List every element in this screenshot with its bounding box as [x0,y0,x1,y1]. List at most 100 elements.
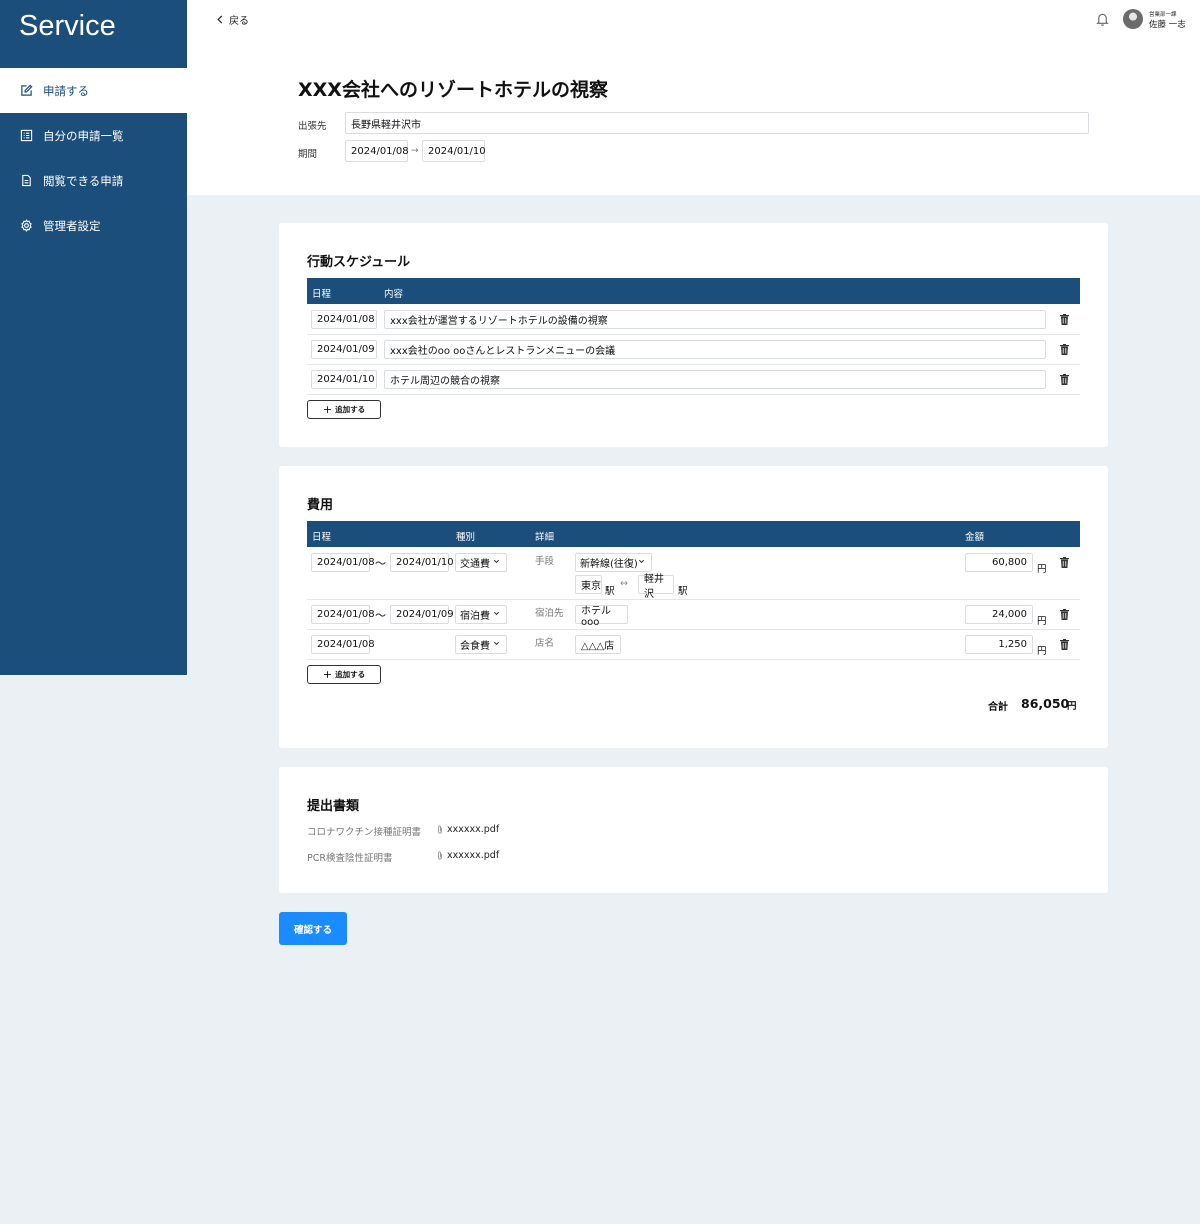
document-label: PCR検査陰性証明書 [307,853,393,864]
add-label: 追加する [335,405,366,414]
total-value: 86,050 [1021,696,1070,711]
destination-label: 出張先 [298,121,327,132]
yen-unit: 円 [1037,616,1047,627]
range-separator: 〜 [375,557,386,570]
transport-method-select[interactable]: 新幹線(往復) [575,553,652,572]
chevron-down-icon [493,641,500,646]
plus-icon: + [322,403,333,416]
sidebar-item-label: 自分の申請一覧 [43,128,124,143]
header-amount: 金額 [965,532,985,543]
expense-date-to-field[interactable]: 2024/01/10 [390,553,454,572]
total-unit: 円 [1067,701,1077,712]
select-value: 会食費 [460,641,490,652]
row-divider [307,599,1080,600]
trash-icon[interactable] [1060,609,1069,620]
bell-icon[interactable] [1096,12,1109,26]
avatar[interactable] [1123,9,1143,29]
sidebar-item-label: 閲覧できる申請 [43,173,124,188]
add-expense-button[interactable]: + 追加する [307,665,381,684]
total-label: 合計 [988,702,1008,713]
expense-title: 費用 [307,498,334,513]
detail-label: 宿泊先 [535,608,564,619]
user-name: 佐藤 一志 [1149,20,1186,30]
row-divider [307,334,1080,335]
expense-date-to-field[interactable]: 2024/01/09 [390,605,454,624]
yen-unit: 円 [1037,564,1047,575]
document-label: コロナワクチン接種証明書 [307,827,422,838]
schedule-date-field[interactable]: 2024/01/09 [311,340,377,359]
back-link[interactable]: 戻る [216,12,249,27]
header-date: 日程 [312,289,332,300]
paperclip-icon [438,825,442,834]
brand-logo: Service [19,10,116,42]
trash-icon[interactable] [1060,314,1069,325]
amount-field[interactable]: 60,800 [965,553,1033,572]
document-filename: xxxxxx.pdf [447,850,500,861]
schedule-content-field[interactable]: xxx会社のoo ooさんとレストランメニューの会議 [384,340,1046,359]
detail-label: 店名 [535,638,555,649]
trash-icon[interactable] [1060,374,1069,385]
trash-icon[interactable] [1060,344,1069,355]
documents-card: 提出書類 コロナワクチン接種証明書 xxxxxx.pdf PCR検査陰性証明書 … [279,767,1108,893]
header-detail: 詳細 [535,532,555,543]
station-suffix: 駅 [605,586,615,597]
chevron-down-icon [493,611,500,616]
gear-icon [20,219,33,232]
expense-date-field[interactable]: 2024/01/08 [311,635,375,654]
header-date: 日程 [312,532,332,543]
expense-table-header: 日程 種別 詳細 金額 [307,521,1080,547]
page-title: XXX会社へのリゾートホテルの視察 [298,79,608,101]
period-start-field[interactable]: 2024/01/08 [345,140,409,162]
schedule-date-field[interactable]: 2024/01/08 [311,310,377,329]
expense-type-select[interactable]: 会食費 [455,635,507,654]
chevron-down-icon [493,559,500,564]
schedule-table-header: 日程 内容 [307,278,1080,304]
round-trip-arrow-icon: ↔ [620,578,628,589]
schedule-date-field[interactable]: 2024/01/10 [311,370,377,389]
yen-unit: 円 [1037,646,1047,657]
back-label: 戻る [229,16,249,27]
list-icon [20,129,33,142]
sidebar: Service 申請する 自分の申請一覧 閲覧できる申請 管理者設定 [0,0,187,675]
row-divider [307,364,1080,365]
schedule-content-field[interactable]: xxx会社が運営するリゾートホテルの設備の視察 [384,310,1046,329]
schedule-content-field[interactable]: ホテル周辺の競合の視察 [384,370,1046,389]
amount-field[interactable]: 1,250 [965,635,1033,654]
expense-date-from-field[interactable]: 2024/01/08 [311,553,375,572]
arrow-right-icon: → [411,146,419,156]
confirm-button[interactable]: 確認する [279,912,347,945]
from-station-field[interactable]: 東京 [575,575,602,594]
amount-field[interactable]: 24,000 [965,605,1033,624]
sidebar-item-admin-settings[interactable]: 管理者設定 [0,203,187,248]
destination-field[interactable]: 長野県軽井沢市 [345,112,1089,134]
station-suffix: 駅 [678,586,688,597]
add-label: 追加する [335,670,366,679]
expense-type-select[interactable]: 宿泊費 [455,605,507,624]
trash-icon[interactable] [1060,557,1069,568]
restaurant-field[interactable]: △△△店 [575,635,621,654]
detail-label: 手段 [535,556,555,567]
document-file-link[interactable]: xxxxxx.pdf [437,850,499,861]
row-divider [307,394,1080,395]
trash-icon[interactable] [1060,639,1069,650]
select-value: 交通費 [460,559,490,570]
select-value: 宿泊費 [460,611,490,622]
documents-title: 提出書類 [307,799,360,814]
plus-icon: + [322,668,333,681]
paperclip-icon [438,851,442,860]
chevron-left-icon [217,15,223,24]
chevron-down-icon [638,559,645,564]
sidebar-item-apply[interactable]: 申請する [0,68,187,113]
expense-card: 費用 日程 種別 詳細 金額 2024/01/08 〜 2024/01/10 交… [279,466,1108,748]
period-end-field[interactable]: 2024/01/10 [422,140,486,162]
sidebar-item-viewable-requests[interactable]: 閲覧できる申請 [0,158,187,203]
edit-icon [20,84,33,97]
expense-type-select[interactable]: 交通費 [455,553,507,572]
document-file-link[interactable]: xxxxxx.pdf [437,824,499,835]
lodging-place-field[interactable]: ホテルooo [575,605,628,628]
row-divider [307,659,1080,660]
sidebar-item-my-requests[interactable]: 自分の申請一覧 [0,113,187,158]
expense-date-from-field[interactable]: 2024/01/08 [311,605,375,624]
to-station-field[interactable]: 軽井沢 [638,574,674,600]
add-schedule-button[interactable]: + 追加する [307,400,381,419]
